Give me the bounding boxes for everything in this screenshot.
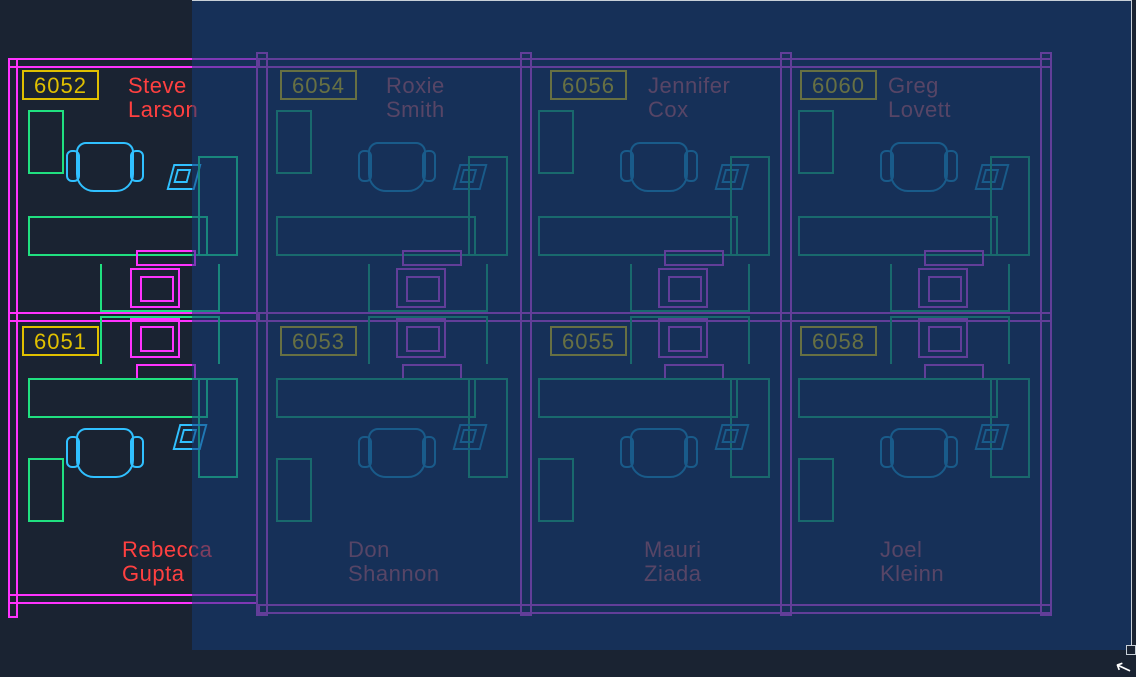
desk-lower <box>100 264 220 312</box>
cabinet <box>538 458 574 522</box>
room-number-6053: 6053 <box>280 326 357 356</box>
desk <box>28 378 208 418</box>
last: Lovett <box>888 97 951 122</box>
room-number-6051: 6051 <box>22 326 99 356</box>
first: Greg <box>888 73 939 98</box>
selection-handle[interactable] <box>1126 645 1136 655</box>
wall-col2-left <box>256 52 268 616</box>
first: Don <box>348 537 390 562</box>
occupant-6052: Steve Larson <box>128 74 198 122</box>
wall-top-long <box>258 58 1052 68</box>
cabinet <box>538 110 574 174</box>
desk-upper <box>890 316 1010 364</box>
desk-lower <box>890 264 1010 312</box>
desk-return <box>468 156 508 256</box>
room-number-6058: 6058 <box>800 326 877 356</box>
desk <box>538 378 738 418</box>
chair-icon <box>368 142 426 192</box>
desk-lower <box>630 264 750 312</box>
first: Roxie <box>386 73 445 98</box>
cabinet <box>28 110 64 174</box>
cabinet <box>798 110 834 174</box>
cabinet <box>798 458 834 522</box>
wall-right <box>1040 52 1052 616</box>
desk-lower <box>368 264 488 312</box>
chair-icon <box>76 142 134 192</box>
chair-icon <box>76 428 134 478</box>
first: Jennifer <box>648 73 730 98</box>
chair-icon <box>890 428 948 478</box>
desk-return <box>730 156 770 256</box>
cubicle-6051: 6051 Rebecca Gupta <box>0 318 260 618</box>
occupant-6051: Rebecca Gupta <box>122 538 212 586</box>
room-number-6052: 6052 <box>22 70 99 100</box>
desk-upper <box>630 316 750 364</box>
last: Gupta <box>122 561 184 586</box>
first: Rebecca <box>122 537 212 562</box>
last: Larson <box>128 97 198 122</box>
last: Ziada <box>644 561 702 586</box>
desk-upper <box>368 316 488 364</box>
wall-bottom <box>8 594 258 604</box>
desk-return <box>990 156 1030 256</box>
chair-icon <box>630 142 688 192</box>
wall-bot-long <box>258 604 1052 614</box>
first: Steve <box>128 73 187 98</box>
wall-col4-left <box>780 52 792 616</box>
desk <box>276 378 476 418</box>
occupant-6055: Mauri Ziada <box>644 538 702 586</box>
cubicle-6052: 6052 Steve Larson <box>0 50 260 310</box>
cursor-icon: ↖ <box>1111 653 1135 677</box>
desk <box>798 378 998 418</box>
chair-icon <box>630 428 688 478</box>
last: Kleinn <box>880 561 944 586</box>
occupant-6053: Don Shannon <box>348 538 440 586</box>
desk-upper <box>100 316 220 364</box>
wall-top <box>8 58 258 68</box>
occupant-6058: Joel Kleinn <box>880 538 944 586</box>
cabinet <box>28 458 64 522</box>
last: Smith <box>386 97 445 122</box>
last: Cox <box>648 97 689 122</box>
chair-icon <box>890 142 948 192</box>
occupant-6056: Jennifer Cox <box>648 74 730 122</box>
cabinet <box>276 458 312 522</box>
last: Shannon <box>348 561 440 586</box>
occupant-6060: Greg Lovett <box>888 74 951 122</box>
room-number-6060: 6060 <box>800 70 877 100</box>
occupant-6054: Roxie Smith <box>386 74 445 122</box>
first: Mauri <box>644 537 702 562</box>
wall-col3-left <box>520 52 532 616</box>
phone-icon <box>167 164 202 190</box>
first: Joel <box>880 537 922 562</box>
room-number-6056: 6056 <box>550 70 627 100</box>
chair-icon <box>368 428 426 478</box>
room-number-6054: 6054 <box>280 70 357 100</box>
desk-return <box>198 156 238 256</box>
cabinet <box>276 110 312 174</box>
cad-viewport[interactable]: 6052 Steve Larson 6051 Rebecca Gupta 605… <box>0 0 1136 677</box>
room-number-6055: 6055 <box>550 326 627 356</box>
